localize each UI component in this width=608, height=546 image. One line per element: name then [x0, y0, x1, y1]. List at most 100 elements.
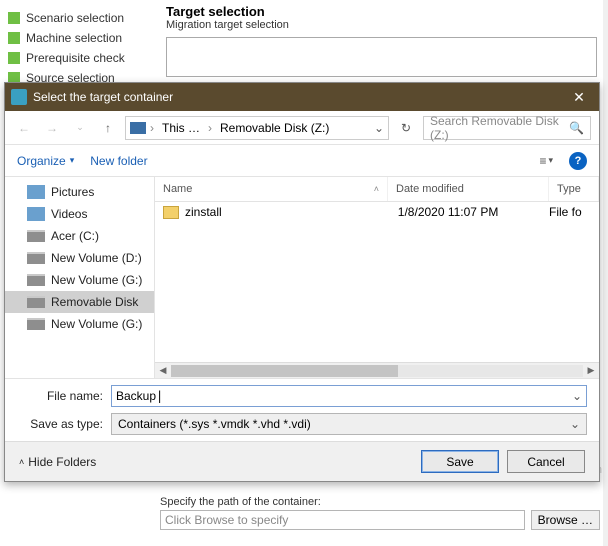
- tree-newvol-d[interactable]: New Volume (D:): [5, 247, 154, 269]
- tree-pane[interactable]: Pictures Videos Acer (C:) New Volume (D:) Ne…: [5, 177, 155, 378]
- save-button[interactable]: Save: [421, 450, 499, 473]
- file-row[interactable]: zinstall1/8/2020 11:07 PMFile fo: [155, 202, 599, 222]
- section-frame: [166, 37, 597, 77]
- tree-item-label: New Volume (G:): [51, 273, 142, 287]
- search-icon: 🔍: [569, 121, 584, 135]
- check-icon: [8, 32, 20, 44]
- chevron-right-icon: ›: [150, 121, 154, 135]
- recent-dropdown[interactable]: ⌄: [69, 117, 91, 139]
- tree-item-label: Pictures: [51, 185, 94, 199]
- file-name: zinstall: [185, 205, 222, 219]
- search-placeholder: Search Removable Disk (Z:): [430, 114, 569, 142]
- toolbar: Organize▾ New folder ≡ ▾ ?: [5, 145, 599, 177]
- address-dropdown[interactable]: ⌄: [374, 121, 384, 135]
- sort-asc-icon: ˄: [374, 184, 379, 194]
- hide-folders-button[interactable]: ˄Hide Folders: [19, 455, 96, 469]
- step-label: Scenario selection: [26, 11, 124, 25]
- crumb-pc[interactable]: This …: [158, 121, 204, 135]
- browse-label: Browse …: [538, 513, 593, 527]
- check-icon: [8, 12, 20, 24]
- container-path-section: Specify the path of the container: Click…: [160, 496, 600, 530]
- dialog-title-text: Select the target container: [33, 90, 173, 104]
- scroll-right-icon[interactable]: ▶: [583, 365, 599, 376]
- col-type[interactable]: Type: [549, 177, 599, 201]
- placeholder-text: Click Browse to specify: [165, 513, 288, 527]
- cancel-label: Cancel: [527, 455, 564, 469]
- step-prereq: Prerequisite check: [6, 48, 149, 68]
- scroll-left-icon[interactable]: ◀: [155, 365, 171, 376]
- folder-icon: [27, 207, 45, 221]
- tree-acer-c[interactable]: Acer (C:): [5, 225, 154, 247]
- address-bar[interactable]: › This … › Removable Disk (Z:) ⌄: [125, 116, 389, 140]
- scroll-thumb[interactable]: [171, 365, 398, 377]
- forward-button[interactable]: →: [41, 117, 63, 139]
- drive-icon: [27, 274, 45, 286]
- filename-input[interactable]: Backup| ⌄: [111, 385, 587, 407]
- step-machine: Machine selection: [6, 28, 149, 48]
- tree-removable-z[interactable]: Removable Disk: [5, 291, 154, 313]
- folder-icon: [163, 206, 179, 219]
- chevron-down-icon: ▾: [70, 155, 75, 166]
- filename-value: Backup: [116, 389, 156, 403]
- browse-button[interactable]: Browse …: [531, 510, 600, 530]
- app-icon: [11, 89, 27, 105]
- container-path-label: Specify the path of the container:: [160, 496, 600, 508]
- column-headers[interactable]: Name˄ Date modified Type: [155, 177, 599, 202]
- tree-newvol-g-2[interactable]: New Volume (G:): [5, 313, 154, 335]
- savetype-value: Containers (*.sys *.vmdk *.vhd *.vdi): [118, 417, 311, 431]
- section-subtitle: Migration target selection: [166, 19, 597, 31]
- chevron-right-icon: ›: [208, 121, 212, 135]
- help-button[interactable]: ?: [569, 152, 587, 170]
- refresh-button[interactable]: ↻: [395, 117, 417, 139]
- crumb-location[interactable]: Removable Disk (Z:): [216, 121, 333, 135]
- file-dialog: Select the target container ✕ ← → ⌄ ↑ › …: [4, 82, 600, 482]
- cancel-button[interactable]: Cancel: [507, 450, 585, 473]
- container-path-input[interactable]: Click Browse to specify: [160, 510, 525, 530]
- section-title: Target selection: [166, 4, 597, 19]
- h-scrollbar[interactable]: ◀ ▶: [155, 362, 599, 378]
- list-view-icon: ≡: [539, 154, 546, 168]
- file-rows[interactable]: zinstall1/8/2020 11:07 PMFile fo: [155, 202, 599, 362]
- search-input[interactable]: Search Removable Disk (Z:) 🔍: [423, 116, 591, 140]
- col-date[interactable]: Date modified: [388, 177, 549, 201]
- step-label: Prerequisite check: [26, 51, 125, 65]
- save-label: Save: [446, 455, 473, 469]
- close-button[interactable]: ✕: [565, 89, 593, 106]
- step-label: Machine selection: [26, 31, 122, 45]
- tree-videos[interactable]: Videos: [5, 203, 154, 225]
- step-scenario: Scenario selection: [6, 8, 149, 28]
- list-pane: Name˄ Date modified Type zinstall1/8/202…: [155, 177, 599, 378]
- filename-label: File name:: [17, 389, 103, 403]
- drive-icon: [27, 230, 45, 242]
- filename-dropdown[interactable]: ⌄: [572, 389, 582, 403]
- text-caret: |: [156, 389, 163, 403]
- dialog-footer: ˄Hide Folders Save Cancel: [5, 441, 599, 481]
- check-icon: [8, 52, 20, 64]
- tree-item-label: Removable Disk: [51, 295, 138, 309]
- tree-item-label: New Volume (D:): [51, 251, 142, 265]
- drive-icon: [27, 252, 45, 264]
- tree-item-label: Acer (C:): [51, 229, 99, 243]
- tree-newvol-g[interactable]: New Volume (G:): [5, 269, 154, 291]
- back-button[interactable]: ←: [13, 117, 35, 139]
- savetype-select[interactable]: Containers (*.sys *.vmdk *.vhd *.vdi) ⌄: [111, 413, 587, 435]
- up-button[interactable]: ↑: [97, 117, 119, 139]
- nav-bar: ← → ⌄ ↑ › This … › Removable Disk (Z:) ⌄…: [5, 111, 599, 145]
- scroll-track[interactable]: [171, 365, 583, 377]
- dialog-titlebar[interactable]: Select the target container ✕: [5, 83, 599, 111]
- tree-pictures[interactable]: Pictures: [5, 181, 154, 203]
- newfolder-label: New folder: [90, 154, 147, 168]
- organize-button[interactable]: Organize▾: [17, 154, 74, 168]
- chevron-down-icon: ▾: [548, 155, 553, 166]
- chevron-down-icon: ⌄: [570, 417, 580, 431]
- folder-icon: [27, 185, 45, 199]
- savetype-label: Save as type:: [17, 417, 103, 431]
- fields-section: File name: Backup| ⌄ Save as type: Conta…: [5, 379, 599, 441]
- tree-item-label: Videos: [51, 207, 87, 221]
- view-mode-button[interactable]: ≡ ▾: [539, 154, 553, 168]
- drive-icon: [27, 318, 45, 330]
- col-name[interactable]: Name˄: [155, 177, 388, 201]
- tree-item-label: New Volume (G:): [51, 317, 142, 331]
- hide-folders-label: Hide Folders: [28, 455, 96, 469]
- newfolder-button[interactable]: New folder: [90, 154, 147, 168]
